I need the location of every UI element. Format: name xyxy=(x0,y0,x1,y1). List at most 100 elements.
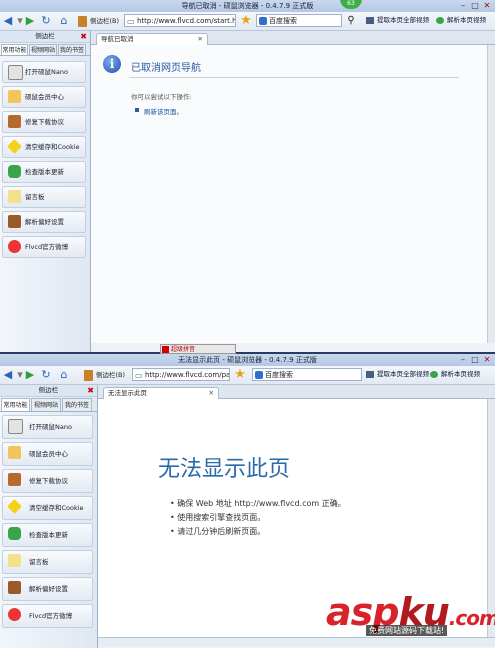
weibo-icon xyxy=(8,240,21,253)
extract-videos-button[interactable]: 提取本页全部视频 xyxy=(366,368,429,381)
search-box[interactable]: 百度搜索 xyxy=(252,368,362,381)
close-icon[interactable]: ✕ xyxy=(482,1,492,10)
sidebar-item-label: 检查版本更新 xyxy=(25,168,64,176)
sidebar-tabs: 常用功能 视频网站 我的书签 xyxy=(0,43,90,56)
search-icon[interactable]: ⚲ xyxy=(345,14,357,28)
minimize-icon[interactable]: – xyxy=(458,1,468,10)
sidebar-item-label: 修复下载协议 xyxy=(29,477,68,485)
scrollbar[interactable] xyxy=(487,45,495,343)
warning-icon xyxy=(7,139,22,154)
sidebar-item-guestbook[interactable]: 留言板 xyxy=(2,186,86,208)
tab-video-sites[interactable]: 视频网站 xyxy=(31,398,61,411)
ime-toolbar[interactable]: 超级拼音 xyxy=(160,344,236,354)
tab-cannot-display[interactable]: 无法显示此页 ✕ xyxy=(103,387,219,399)
refresh-icon[interactable]: ↻ xyxy=(40,14,52,28)
sidebar-icon xyxy=(78,16,87,27)
sidebar-item-label: 硕鼠会员中心 xyxy=(25,93,64,101)
parse-video-label: 解析本页视频 xyxy=(441,370,480,378)
suggestion-text: 使用搜索引擎查找页面。 xyxy=(177,513,266,522)
forward-icon[interactable]: ▶ xyxy=(24,368,36,382)
sidebar-toggle-button[interactable]: 侧边栏(B) xyxy=(90,14,122,28)
sidebar-toggle-button[interactable]: 侧边栏(B) xyxy=(96,368,128,382)
sidebar-item-label: 检查版本更新 xyxy=(29,531,68,539)
search-engine-label: 百度搜索 xyxy=(265,371,293,379)
sidebar-title: 侧边栏 xyxy=(38,386,59,394)
tab-strip: 无法显示此页 ✕ xyxy=(98,385,495,399)
sidebar-item-member[interactable]: 硕鼠会员中心 xyxy=(2,442,93,466)
sidebar-item-nano[interactable]: 打开硕鼠Nano xyxy=(2,415,93,439)
sidebar-item-weibo[interactable]: Flvcd官方微博 xyxy=(2,604,93,628)
extract-videos-button[interactable]: 提取本页全部视频 xyxy=(366,14,429,27)
sidebar-item-label: 打开硕鼠Nano xyxy=(29,423,72,431)
window-title: 无法显示此页 - 硕鼠浏览器 - 0.4.7.9 正式版 xyxy=(178,356,317,364)
puzzle-icon xyxy=(8,165,21,178)
tab-common[interactable]: 常用功能 xyxy=(1,44,28,55)
tab-close-icon[interactable]: ✕ xyxy=(198,34,203,45)
maximize-icon[interactable]: □ xyxy=(470,1,480,10)
list-item: • 使用搜索引擎查找页面。 xyxy=(170,513,266,522)
page-icon: ▭ xyxy=(127,17,135,26)
favorite-star-icon[interactable]: ★ xyxy=(233,368,247,382)
sidebar-item-clear-cache[interactable]: 清空缓存和Cookie xyxy=(2,136,86,158)
member-icon xyxy=(8,446,21,459)
tab-common[interactable]: 常用功能 xyxy=(1,398,30,411)
sidebar-header: 侧边栏 ✖ xyxy=(0,31,90,43)
ime-label: 超级拼音 xyxy=(171,346,196,353)
sidebar-item-repair[interactable]: 修复下载协议 xyxy=(2,469,93,493)
sidebar-tabs: 常用功能 视频网站 我的书签 xyxy=(0,397,97,412)
baidu-icon xyxy=(259,17,267,25)
baidu-icon xyxy=(255,371,263,379)
sidebar-item-update[interactable]: 检查版本更新 xyxy=(2,161,86,183)
sidebar-close-icon[interactable]: ✖ xyxy=(80,31,87,42)
sidebar-item-member[interactable]: 硕鼠会员中心 xyxy=(2,86,86,108)
sidebar-item-clear-cache[interactable]: 清空缓存和Cookie xyxy=(2,496,93,520)
refresh-icon[interactable]: ↻ xyxy=(40,368,52,382)
horizontal-scrollbar[interactable] xyxy=(98,637,495,647)
search-box[interactable]: 百度搜索 xyxy=(256,14,342,27)
minimize-icon[interactable]: – xyxy=(458,355,468,364)
sidebar-item-update[interactable]: 检查版本更新 xyxy=(2,523,93,547)
mouse-icon xyxy=(8,65,23,80)
close-icon[interactable]: ✕ xyxy=(482,355,492,364)
back-icon[interactable]: ◀ xyxy=(2,14,14,28)
sidebar-item-label: 打开硕鼠Nano xyxy=(25,68,68,76)
address-bar[interactable]: ▭ http://www.flvcd.com/start.htm xyxy=(124,14,236,27)
maximize-icon[interactable]: □ xyxy=(470,355,480,364)
parse-icon xyxy=(436,17,444,24)
back-icon[interactable]: ◀ xyxy=(2,368,14,382)
list-item: • 确保 Web 地址 http://www.flvcd.com 正确。 xyxy=(170,499,346,508)
home-icon[interactable]: ⌂ xyxy=(57,368,71,382)
sidebar-item-preferences[interactable]: 解析偏好设置 xyxy=(2,211,86,233)
forward-icon[interactable]: ▶ xyxy=(24,14,36,28)
sidebar-item-preferences[interactable]: 解析偏好设置 xyxy=(2,577,93,601)
tab-bookmarks[interactable]: 我的书签 xyxy=(62,398,92,411)
parse-video-label: 解析本页视频 xyxy=(447,16,486,24)
sidebar: 侧边栏 ✖ 常用功能 视频网站 我的书签 打开硕鼠Nano 硕鼠会员中心 修复下… xyxy=(0,385,98,648)
sidebar-item-repair[interactable]: 修复下载协议 xyxy=(2,111,86,133)
tab-strip: 导航已取消 ✕ xyxy=(91,31,495,45)
favorite-star-icon[interactable]: ★ xyxy=(239,14,253,28)
home-icon[interactable]: ⌂ xyxy=(57,14,71,28)
sidebar-item-guestbook[interactable]: 留言板 xyxy=(2,550,93,574)
tab-bookmarks[interactable]: 我的书签 xyxy=(58,44,86,55)
film-icon xyxy=(366,17,374,24)
address-bar[interactable]: ▭ http://www.flvcd.com/parse xyxy=(132,368,230,381)
sidebar-close-icon[interactable]: ✖ xyxy=(87,385,94,396)
tab-navigation-canceled[interactable]: 导航已取消 ✕ xyxy=(96,33,208,45)
tab-close-icon[interactable]: ✕ xyxy=(209,388,214,399)
page-content: i 已取消网页导航 你可以尝试以下操作: 刷新该页面。 xyxy=(91,45,487,343)
info-icon: i xyxy=(103,55,121,73)
note-icon xyxy=(8,190,21,203)
suggestion-text: 确保 Web 地址 http://www.flvcd.com 正确。 xyxy=(177,499,346,508)
suggestion-list: • 确保 Web 地址 http://www.flvcd.com 正确。 • 使… xyxy=(170,497,346,539)
parse-video-button[interactable]: 解析本页视频 xyxy=(436,14,486,27)
sidebar-item-nano[interactable]: 打开硕鼠Nano xyxy=(2,61,86,83)
refresh-page-link[interactable]: 刷新该页面。 xyxy=(144,106,183,116)
tab-video-sites[interactable]: 视频网站 xyxy=(29,44,57,55)
sidebar-title: 侧边栏 xyxy=(35,32,55,40)
weibo-icon xyxy=(8,608,21,621)
parse-video-button[interactable]: 解析本页视频 xyxy=(430,368,480,381)
sidebar-item-weibo[interactable]: Flvcd官方微博 xyxy=(2,236,86,258)
url-text: http://www.flvcd.com/start.htm xyxy=(137,17,236,25)
divider xyxy=(129,77,459,78)
